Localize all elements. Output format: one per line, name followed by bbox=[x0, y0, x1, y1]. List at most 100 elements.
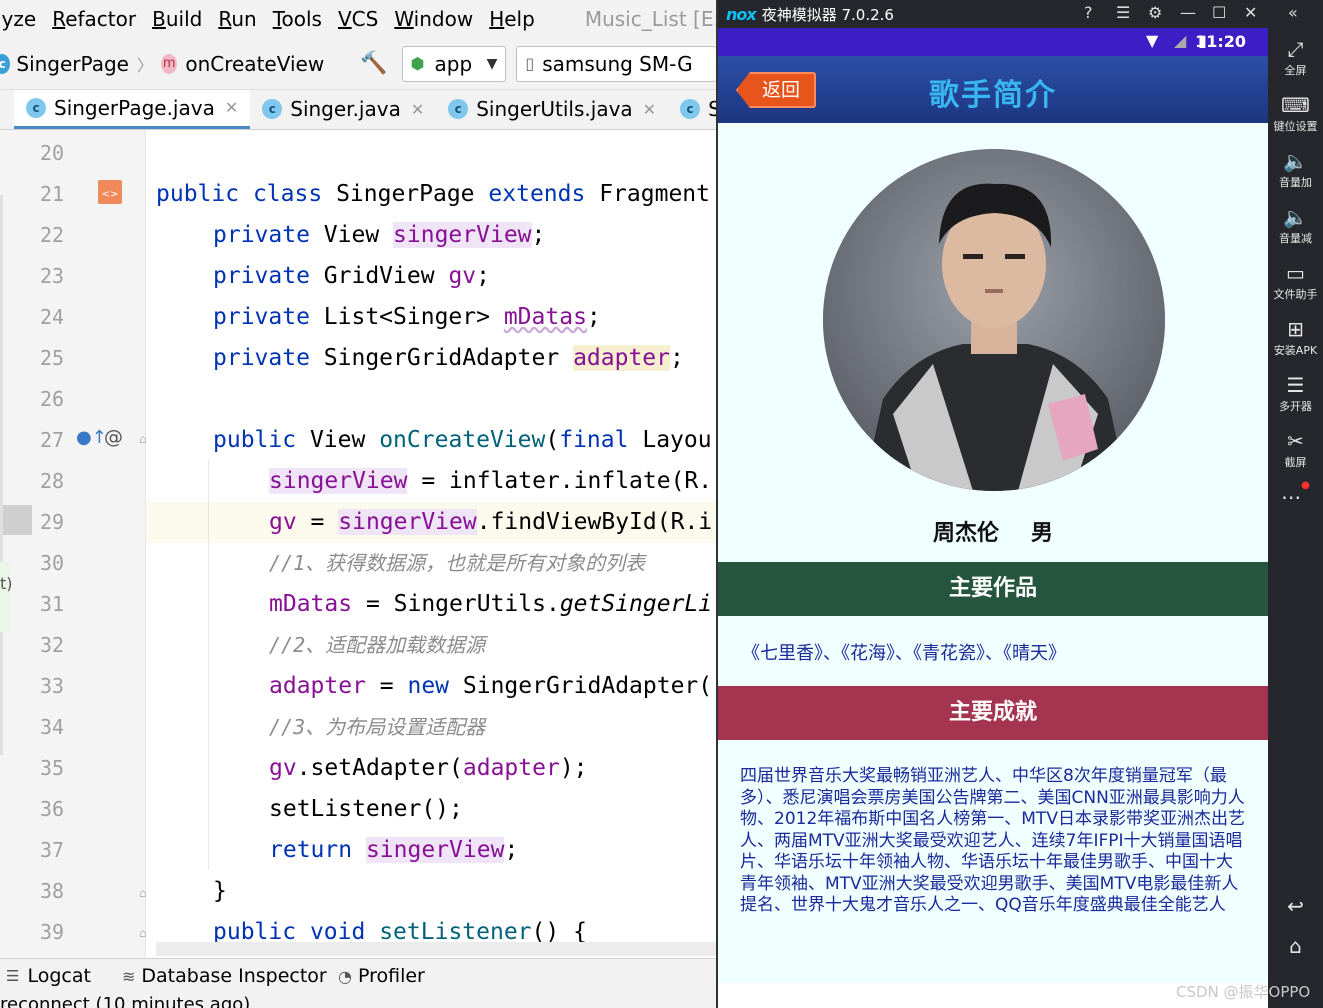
override-icon[interactable]: ●↑ bbox=[76, 427, 107, 448]
menu-vcs[interactable]: VCS bbox=[338, 7, 378, 31]
collapse-sidebar-icon[interactable]: « bbox=[1288, 3, 1298, 22]
tab-overflow[interactable]: c S bbox=[668, 90, 716, 129]
breadcrumb-file[interactable]: SingerPage bbox=[16, 52, 129, 76]
tab-label: SingerUtils.java bbox=[476, 97, 633, 121]
tab-singerpage-java[interactable]: c SingerPage.java ✕ bbox=[14, 90, 251, 129]
tab-singerutils-java[interactable]: c SingerUtils.java ✕ bbox=[436, 90, 668, 129]
keyboard-icon: ⌨ bbox=[1281, 93, 1310, 117]
code-line-23: private GridView gv; bbox=[213, 263, 490, 289]
breadcrumb-separator-icon: 〉 bbox=[136, 55, 153, 75]
logcat-icon: ☰ bbox=[6, 967, 20, 985]
menu-refactor[interactable]: Refactor bbox=[52, 7, 136, 31]
keymap-button[interactable]: ⌨ 键位设置 bbox=[1268, 94, 1323, 134]
fullscreen-button[interactable]: ⤢ 全屏 bbox=[1268, 38, 1323, 78]
file-assistant-button[interactable]: ▭ 文件助手 bbox=[1268, 262, 1323, 302]
menu-build[interactable]: Build bbox=[152, 7, 202, 31]
run-config-selector[interactable]: ⬢ app ▼ bbox=[401, 45, 507, 82]
emulator-title-bar: nox 夜神模拟器 7.0.2.6 ? ☰ ⚙ — ☐ ✕ « bbox=[718, 0, 1323, 28]
code-line-36: setListener(); bbox=[269, 796, 463, 822]
menu-analyze[interactable]: lyze bbox=[0, 7, 36, 31]
volume-down-button[interactable]: 🔈 音量减 bbox=[1268, 206, 1323, 246]
menu-icon[interactable]: ☰ bbox=[1116, 3, 1130, 22]
menu-run[interactable]: Run bbox=[218, 7, 256, 31]
breadcrumb-method[interactable]: onCreateView bbox=[185, 52, 324, 76]
navigation-bar: c SingerPage 〉 m onCreateView 🔨 ⬢ app ▼ … bbox=[0, 38, 716, 90]
tab-label: Singer.java bbox=[290, 97, 401, 121]
minimize-icon[interactable]: — bbox=[1180, 3, 1196, 22]
scroll-marker bbox=[0, 195, 3, 755]
profiler-label: Profiler bbox=[357, 965, 425, 987]
nox-logo: nox bbox=[726, 4, 757, 24]
back-arrow-icon: ↩ bbox=[1287, 894, 1304, 918]
achievements-text: 四届世界音乐大奖最畅销亚洲艺人、中华区8次年度销量冠军（最多）、悉尼演唱会票房美… bbox=[740, 766, 1245, 915]
method-icon: m bbox=[160, 53, 178, 74]
page-title: 歌手简介 bbox=[929, 78, 1057, 113]
nox-emulator-window: nox 夜神模拟器 7.0.2.6 ? ☰ ⚙ — ☐ ✕ « ▼ ◢ ▮ 11… bbox=[716, 0, 1323, 1008]
line-number: 34 bbox=[40, 715, 65, 739]
back-nav-button[interactable]: ↩ bbox=[1268, 894, 1323, 918]
apk-icon: ⊞ bbox=[1287, 317, 1304, 341]
line-number: 21 bbox=[40, 182, 65, 206]
logcat-button[interactable]: ☰ Logcat bbox=[6, 965, 91, 987]
multi-instance-button[interactable]: ☰ 多开器 bbox=[1268, 374, 1323, 414]
line-number: 23 bbox=[40, 264, 65, 288]
database-inspector-button[interactable]: ≋ Database Inspector bbox=[122, 965, 327, 987]
code-line-25: private SingerGridAdapter adapter; bbox=[213, 345, 684, 371]
horizontal-scrollbar[interactable] bbox=[156, 942, 716, 956]
more-button[interactable]: …● bbox=[1268, 480, 1323, 504]
code-line-29: gv = singerView.findViewById(R.i bbox=[269, 509, 713, 535]
screenshot-button[interactable]: ✂ 截屏 bbox=[1268, 430, 1323, 470]
line-number-gutter: t) 20 21 22 23 24 25 26 27 28 29 30 31 3… bbox=[0, 130, 147, 958]
settings-icon[interactable]: ⚙ bbox=[1148, 3, 1162, 22]
device-selector[interactable]: ▯ samsung SM-G bbox=[516, 45, 716, 82]
profiler-button[interactable]: ◔ Profiler bbox=[338, 965, 425, 987]
volume-up-button[interactable]: 🔈 音量加 bbox=[1268, 150, 1323, 190]
phone-screen: ▼ ◢ ▮ 11:20 返回 歌手简介 周杰伦 男 主要作品 《七里香》、《花海… bbox=[718, 28, 1268, 1008]
line-number: 27 bbox=[40, 428, 65, 452]
layout-file-icon[interactable]: <> bbox=[98, 180, 122, 204]
stack-icon: ☰ bbox=[1286, 373, 1305, 397]
line-number: 30 bbox=[40, 551, 65, 575]
line-number: 32 bbox=[40, 633, 65, 657]
line-number: 20 bbox=[40, 141, 65, 165]
fullscreen-icon: ⤢ bbox=[1287, 37, 1304, 61]
app-header: 返回 歌手简介 bbox=[718, 56, 1268, 123]
help-icon[interactable]: ? bbox=[1084, 3, 1093, 22]
editor-tab-bar: c SingerPage.java ✕ c Singer.java ✕ c Si… bbox=[0, 90, 716, 130]
home-nav-button[interactable]: ⌂ bbox=[1268, 934, 1323, 958]
singer-avatar bbox=[823, 149, 1165, 491]
code-line-37: return singerView; bbox=[269, 837, 519, 863]
maximize-icon[interactable]: ☐ bbox=[1212, 3, 1226, 22]
logcat-label: Logcat bbox=[27, 965, 91, 987]
close-icon[interactable]: ✕ bbox=[643, 100, 656, 119]
scissors-icon: ✂ bbox=[1287, 429, 1304, 453]
line-number: 38 bbox=[40, 879, 65, 903]
menu-window[interactable]: Window bbox=[394, 7, 473, 31]
run-config-label: app bbox=[434, 51, 473, 76]
code-line-33: adapter = new SingerGridAdapter( bbox=[269, 673, 713, 699]
code-editor[interactable]: public class SingerPage extends Fragment… bbox=[146, 130, 716, 958]
close-icon[interactable]: ✕ bbox=[225, 98, 238, 117]
database-inspector-label: Database Inspector bbox=[141, 965, 327, 987]
notification-dot-icon: ● bbox=[1301, 480, 1310, 491]
class-icon: c bbox=[262, 99, 283, 119]
android-studio-window: lyze Refactor Build Run Tools VCS Window… bbox=[0, 0, 716, 1008]
line-number: 31 bbox=[40, 592, 65, 616]
hammer-icon[interactable]: 🔨 bbox=[360, 51, 387, 76]
menu-tools[interactable]: Tools bbox=[273, 7, 322, 31]
menu-help[interactable]: Help bbox=[489, 7, 535, 31]
class-icon: c bbox=[448, 99, 469, 119]
close-icon[interactable]: ✕ bbox=[1244, 3, 1257, 22]
works-text: 《七里香》、《花海》、《青花瓷》、《晴天》 bbox=[742, 643, 1066, 664]
line-number: 24 bbox=[40, 305, 65, 329]
tab-label: S bbox=[708, 97, 716, 121]
tab-singer-java[interactable]: c Singer.java ✕ bbox=[250, 90, 436, 129]
monitor-icon: ▭ bbox=[1286, 261, 1305, 285]
close-icon[interactable]: ✕ bbox=[411, 100, 424, 119]
line-number: 35 bbox=[40, 756, 65, 780]
install-apk-button[interactable]: ⊞ 安装APK bbox=[1268, 318, 1323, 358]
code-comment: //2、适配器加载数据源 bbox=[269, 633, 486, 657]
code-line-21: public class SingerPage extends Fragment bbox=[156, 181, 710, 207]
signal-icon: ◢ bbox=[1174, 31, 1187, 50]
line-number: 39 bbox=[40, 920, 65, 944]
